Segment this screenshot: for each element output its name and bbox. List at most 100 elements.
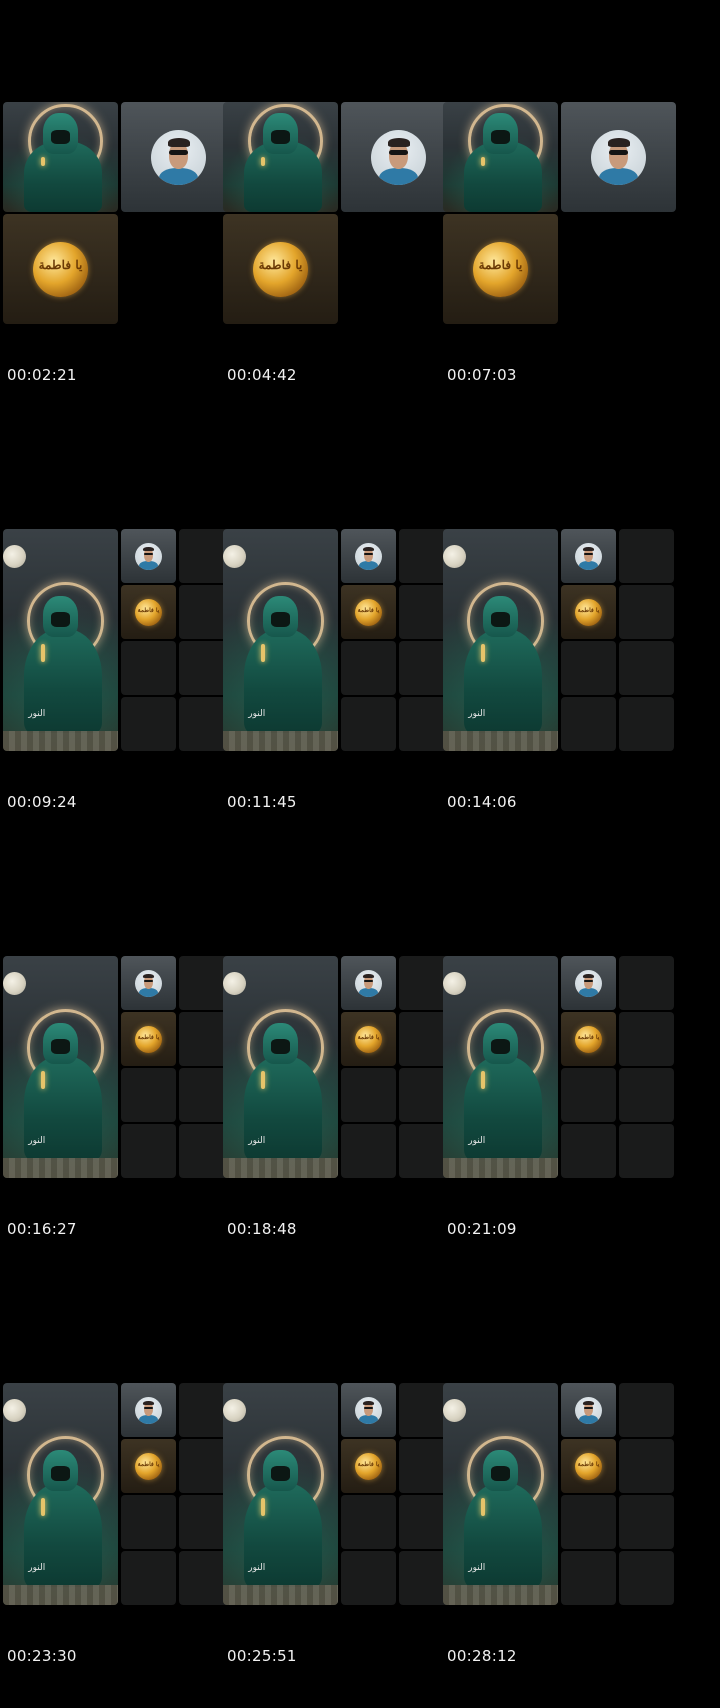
shirt-shape <box>599 168 638 185</box>
emblem-script: يا فاطمة <box>577 1460 600 1468</box>
scene-caption: النور <box>248 708 266 719</box>
shirt-shape <box>579 561 598 570</box>
empty-slot <box>619 641 674 695</box>
frame-cell[interactable]: النور يا فاطمة 00:25:51 <box>223 1281 457 1708</box>
video-tile-avatar[interactable] <box>121 529 176 583</box>
frame-timestamp: 00:21:09 <box>447 1220 517 1238</box>
video-tile-avatar[interactable] <box>561 529 616 583</box>
video-tile-avatar[interactable] <box>121 956 176 1010</box>
user-avatar <box>355 1396 382 1424</box>
veil-icon <box>490 1039 511 1054</box>
lamp-icon <box>480 644 485 663</box>
hijab-icon <box>43 595 78 637</box>
empty-slot <box>561 1068 616 1122</box>
frame-cell[interactable]: النور يا فاطمة 00:23:30 <box>3 1281 237 1708</box>
video-tile-scene[interactable]: النور <box>3 529 118 751</box>
video-tile-emblem[interactable]: يا فاطمة <box>561 585 616 639</box>
video-tile-avatar[interactable] <box>561 956 616 1010</box>
video-tile-avatar[interactable] <box>341 956 396 1010</box>
veil-icon <box>270 1039 291 1054</box>
frame-timestamp: 00:07:03 <box>447 366 517 384</box>
video-tile-emblem[interactable]: يا فاطمة <box>3 214 118 324</box>
video-tile-emblem[interactable]: يا فاطمة <box>341 1012 396 1066</box>
sunglasses-icon <box>363 1406 374 1410</box>
video-tile-scene[interactable]: النور <box>443 1383 558 1605</box>
frame-cell[interactable]: النور يا فاطمة 00:11:45 <box>223 427 457 854</box>
video-tile-emblem[interactable]: يا فاطمة <box>341 1439 396 1493</box>
scene-caption: النور <box>468 1562 486 1573</box>
video-tile-emblem[interactable]: يا فاطمة <box>223 214 338 324</box>
video-tile-emblem[interactable]: يا فاطمة <box>341 585 396 639</box>
empty-slot <box>619 1124 674 1178</box>
sunglasses-icon <box>583 979 594 983</box>
video-tile-avatar[interactable] <box>121 1383 176 1437</box>
video-tile-avatar[interactable] <box>341 1383 396 1437</box>
video-tile-avatar[interactable] <box>561 1383 616 1437</box>
empty-slot <box>619 956 674 1010</box>
veil-icon <box>490 612 511 627</box>
hijab-icon <box>263 595 298 637</box>
frame-cell[interactable]: النور يا فاطمة 00:21:09 <box>443 854 677 1281</box>
video-tile-avatar[interactable] <box>561 102 676 212</box>
video-tile-emblem[interactable]: يا فاطمة <box>561 1439 616 1493</box>
video-tile-avatar[interactable] <box>121 102 236 212</box>
moon-icon <box>443 1398 466 1422</box>
frame-cell[interactable]: يا فاطمة 00:07:03 <box>443 0 677 427</box>
video-tile-scene[interactable]: النور <box>223 1383 338 1605</box>
frame-cell[interactable]: النور يا فاطمة 00:28:12 <box>443 1281 677 1708</box>
video-tile-emblem[interactable]: يا فاطمة <box>121 1439 176 1493</box>
prayer-rug <box>3 731 118 751</box>
video-tile-scene[interactable] <box>443 102 558 212</box>
video-tile-emblem[interactable]: يا فاطمة <box>121 585 176 639</box>
frame-cell[interactable]: النور يا فاطمة 00:09:24 <box>3 427 237 854</box>
lamp-icon <box>260 1498 265 1517</box>
video-tile-scene[interactable]: النور <box>443 529 558 751</box>
frame-cell[interactable]: يا فاطمة 00:04:42 <box>223 0 457 427</box>
frame-cell[interactable]: النور يا فاطمة 00:18:48 <box>223 854 457 1281</box>
video-tile-scene[interactable]: النور <box>3 956 118 1178</box>
hijab-icon <box>43 113 78 155</box>
frame-timestamp: 00:18:48 <box>227 1220 297 1238</box>
moon-icon <box>223 544 246 568</box>
scene-caption: النور <box>248 1135 266 1146</box>
woman-praying-thumbnail: النور <box>223 1383 338 1605</box>
sunglasses-icon <box>143 552 154 556</box>
woman-praying-thumbnail: النور <box>223 529 338 751</box>
video-tile-scene[interactable]: النور <box>223 956 338 1178</box>
shirt-shape <box>139 988 158 997</box>
gold-emblem: يا فاطمة <box>33 241 88 297</box>
hair-shape <box>583 973 594 979</box>
woman-praying-thumbnail <box>223 102 338 212</box>
prayer-rug <box>443 731 558 751</box>
frame-timestamp: 00:14:06 <box>447 793 517 811</box>
video-tile-avatar[interactable] <box>341 102 456 212</box>
video-tile-emblem[interactable]: يا فاطمة <box>561 1012 616 1066</box>
empty-slot <box>341 641 396 695</box>
sunglasses-icon <box>363 552 374 556</box>
lamp-icon <box>40 1071 45 1090</box>
user-avatar <box>151 129 206 185</box>
gold-emblem: يا فاطمة <box>253 241 308 297</box>
video-tile-emblem[interactable]: يا فاطمة <box>121 1012 176 1066</box>
video-tile-emblem[interactable]: يا فاطمة <box>443 214 558 324</box>
veil-icon <box>490 1466 511 1481</box>
moon-icon <box>223 971 246 995</box>
frame-cell[interactable]: النور يا فاطمة 00:16:27 <box>3 854 237 1281</box>
shirt-shape <box>139 561 158 570</box>
video-tile-scene[interactable] <box>223 102 338 212</box>
user-avatar <box>135 1396 162 1424</box>
woman-praying-thumbnail: النور <box>223 956 338 1178</box>
frame-cell[interactable]: النور يا فاطمة 00:14:06 <box>443 427 677 854</box>
frame-cell[interactable]: يا فاطمة 00:02:21 <box>3 0 237 427</box>
video-tile-scene[interactable] <box>3 102 118 212</box>
frame-timestamp: 00:09:24 <box>7 793 77 811</box>
empty-slot <box>121 697 176 751</box>
video-tile-scene[interactable]: النور <box>443 956 558 1178</box>
video-tile-scene[interactable]: النور <box>3 1383 118 1605</box>
emblem-script: يا فاطمة <box>478 258 523 272</box>
sunglasses-icon <box>169 150 188 156</box>
prayer-rug <box>3 1158 118 1178</box>
gold-emblem: يا فاطمة <box>575 1452 602 1480</box>
video-tile-avatar[interactable] <box>341 529 396 583</box>
video-tile-scene[interactable]: النور <box>223 529 338 751</box>
